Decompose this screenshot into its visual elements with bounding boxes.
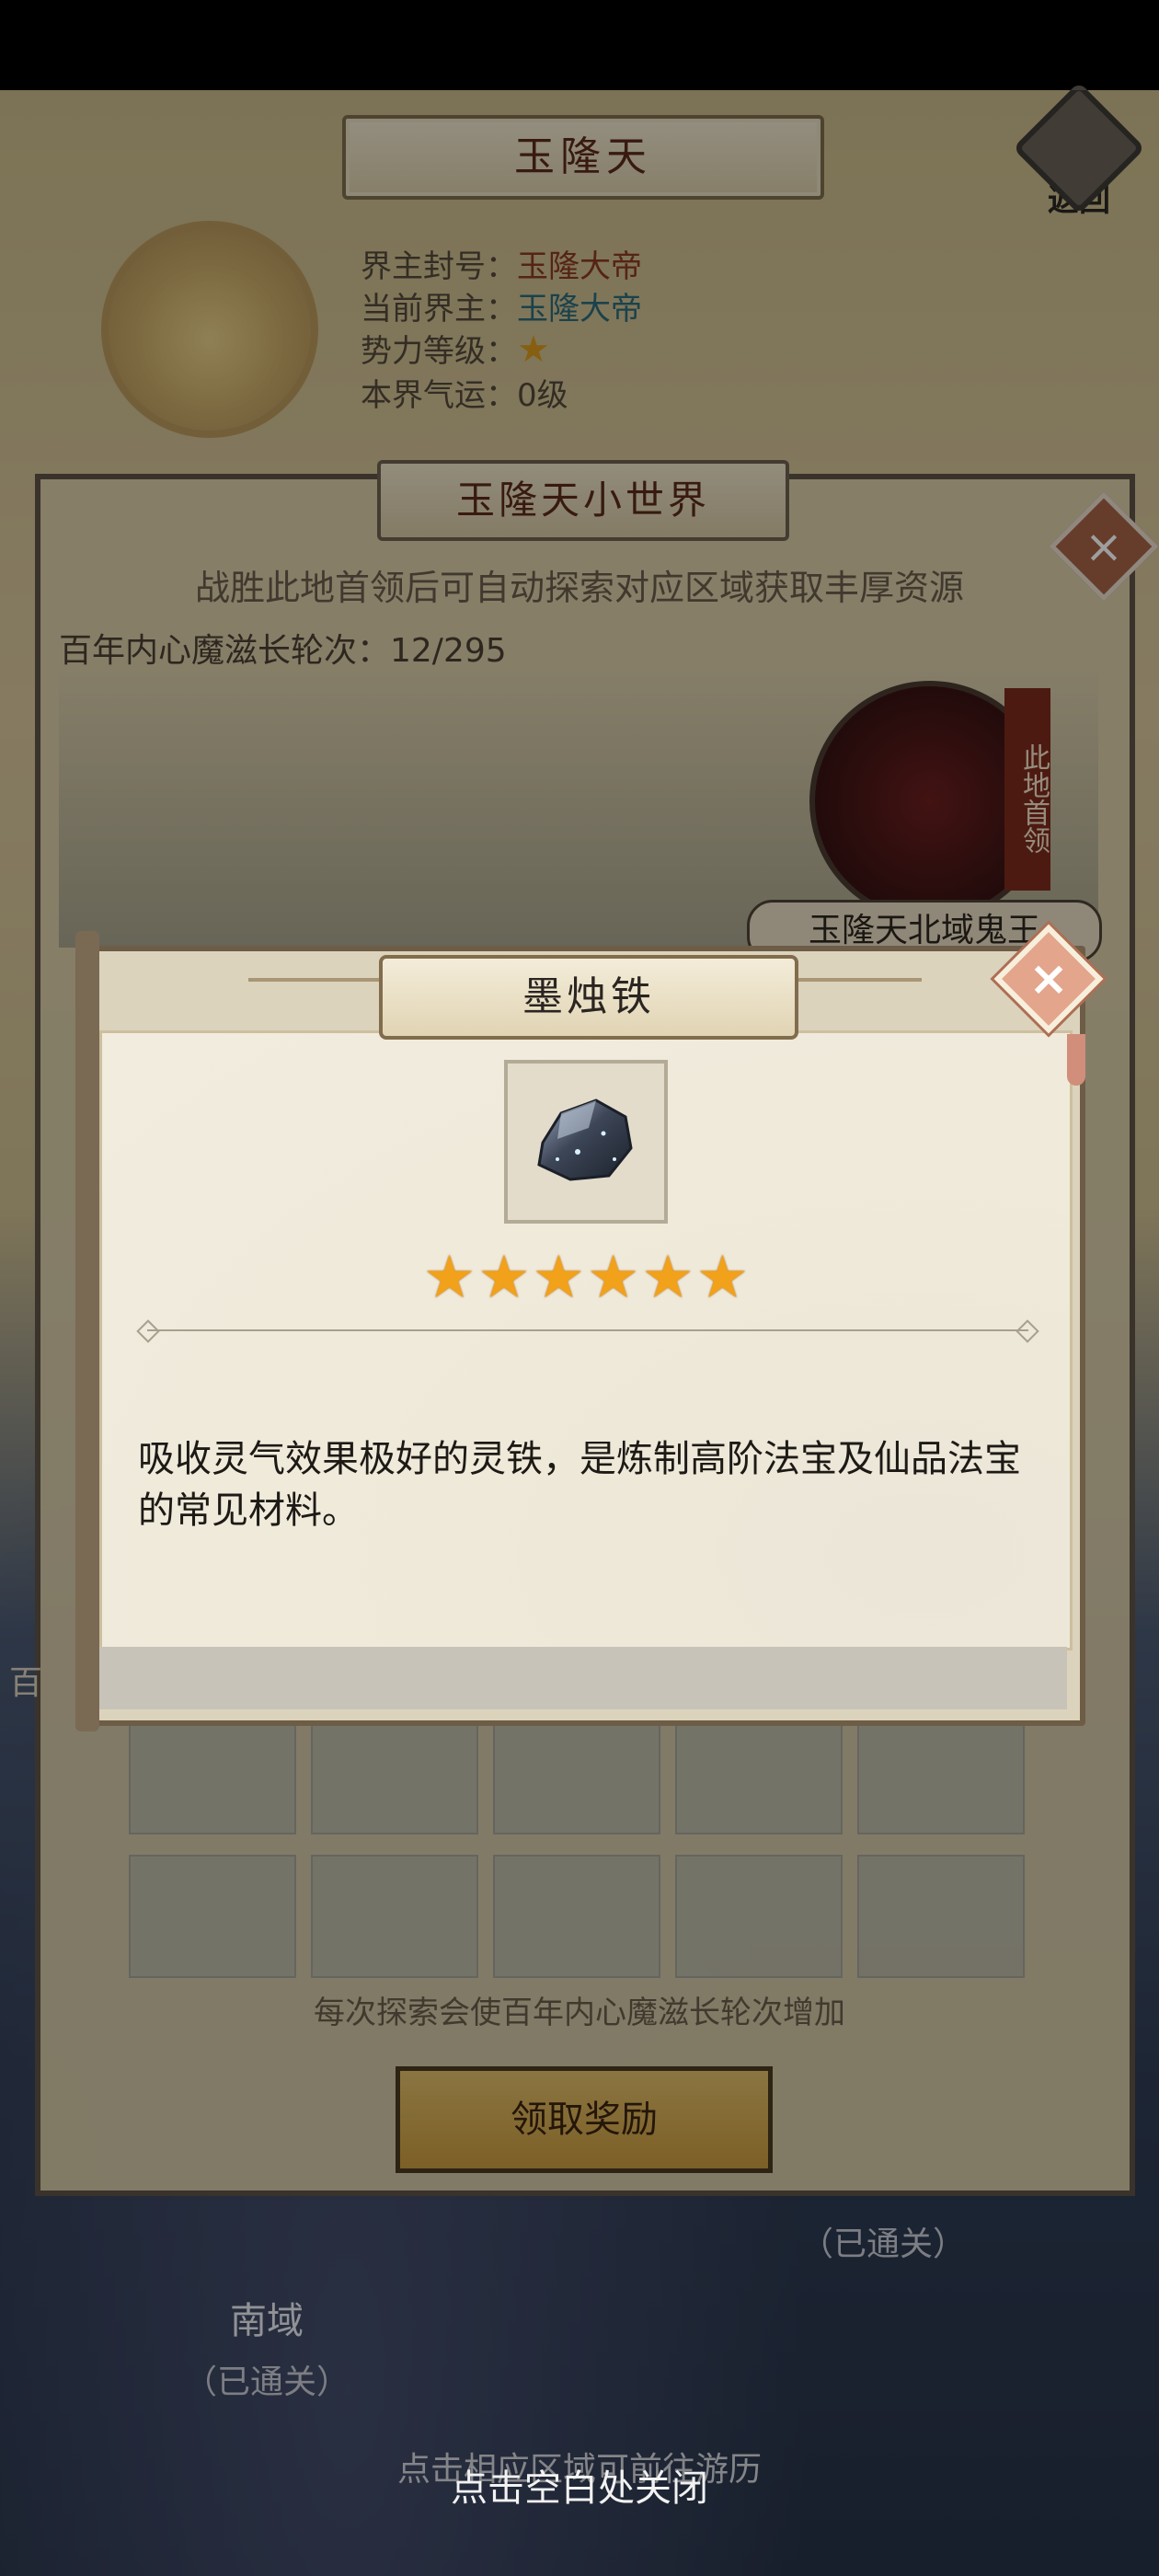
title-ornament-left: [248, 978, 386, 982]
ore-icon: [537, 1098, 633, 1181]
popup-scroll-edge: [75, 931, 99, 1731]
item-description: 吸收灵气效果极好的灵铁，是炼制高阶法宝及仙品法宝的常见材料。: [138, 1438, 1021, 1532]
rarity-stars: ★★★★★★: [422, 1244, 752, 1312]
close-icon: ×: [1028, 951, 1069, 1006]
close-hint: 点击空白处关闭: [451, 2467, 708, 2510]
item-name: 墨烛铁: [522, 973, 655, 1020]
popup-divider: [147, 1329, 1028, 1331]
title-ornament-right: [784, 978, 922, 982]
popup-title-plaque: 墨烛铁: [379, 955, 798, 1040]
tassel-decoration: [1067, 1034, 1085, 1086]
status-bar: [0, 0, 1159, 90]
popup-footer: [99, 1647, 1067, 1709]
